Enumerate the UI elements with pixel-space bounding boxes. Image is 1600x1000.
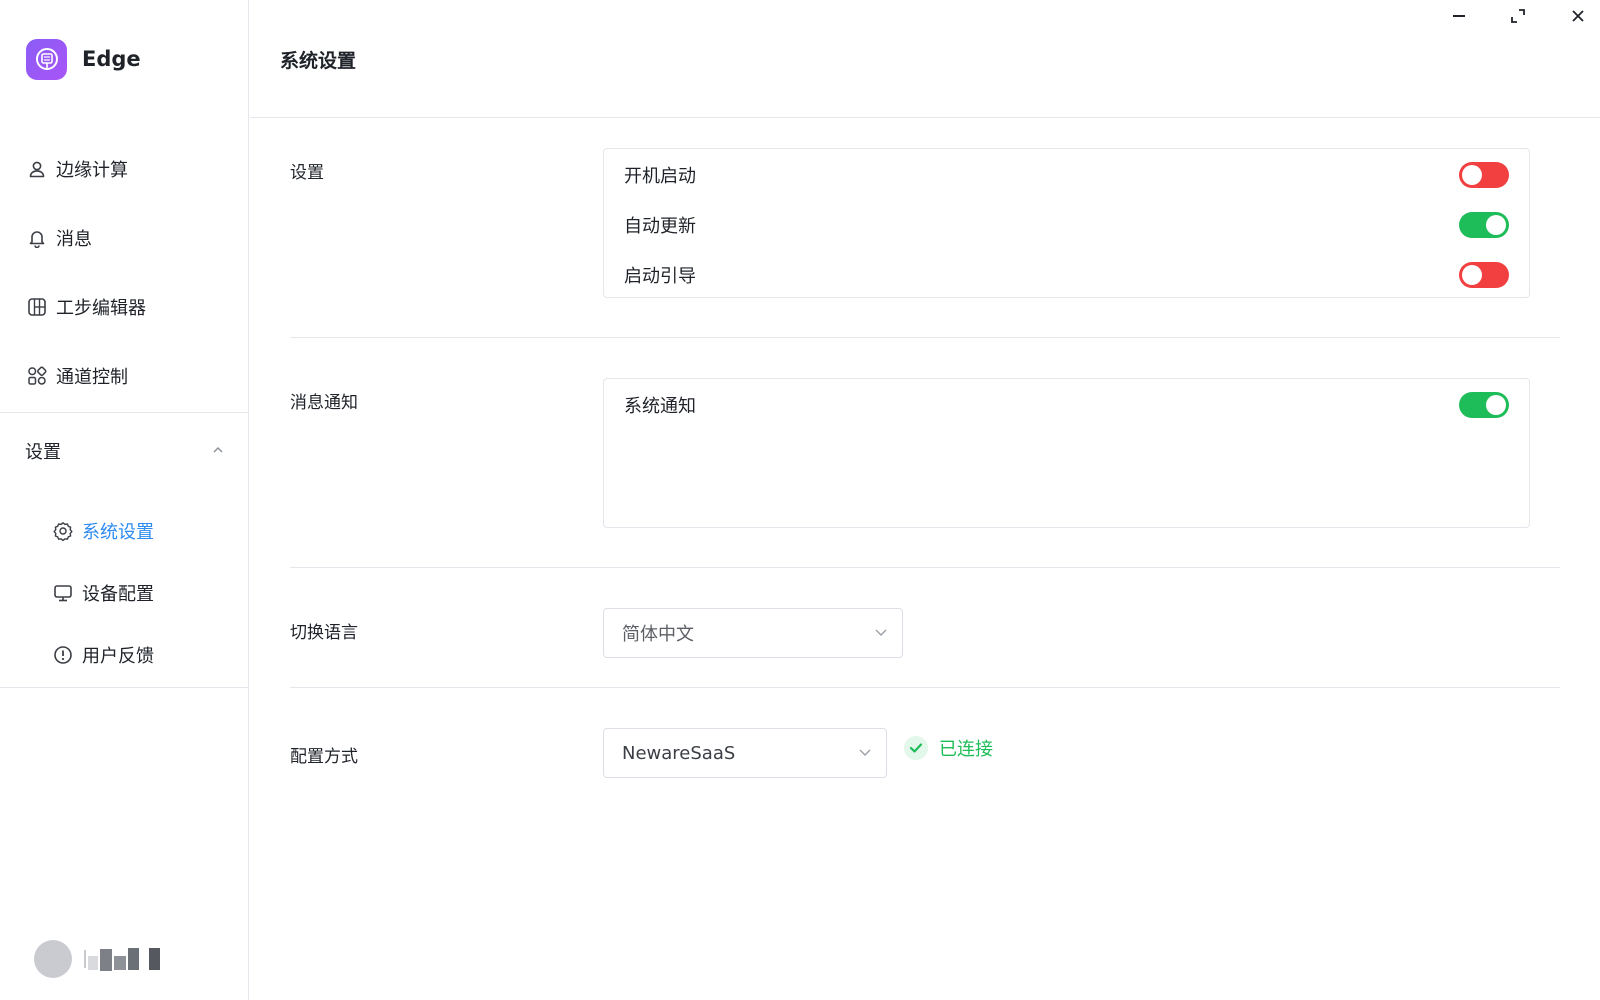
- setting-label: 系统通知: [624, 396, 696, 417]
- close-button[interactable]: [1564, 6, 1592, 28]
- settings-card: 开机启动 自动更新 启动引导: [603, 148, 1530, 298]
- maximize-icon: [1511, 8, 1525, 27]
- setting-row-boot-guide: 启动引导: [624, 261, 1509, 289]
- setting-label: 启动引导: [624, 266, 696, 287]
- chevron-down-icon: [858, 743, 872, 764]
- sidebar-item-user-feedback[interactable]: 用户反馈: [52, 640, 154, 670]
- startup-toggle[interactable]: [1459, 162, 1509, 188]
- minimize-button[interactable]: [1445, 6, 1473, 28]
- page-title: 系统设置: [280, 50, 357, 72]
- connection-status-text: 已连接: [939, 739, 993, 760]
- notifications-card: 系统通知: [603, 378, 1530, 528]
- chevron-up-icon: [211, 441, 225, 462]
- language-select-value: 简体中文: [622, 624, 694, 645]
- user-profile[interactable]: [34, 940, 160, 978]
- monitor-icon: [52, 582, 74, 604]
- section-label-settings: 设置: [290, 163, 324, 183]
- sidebar-item-channel-control[interactable]: 通道控制: [26, 361, 128, 391]
- setting-row-startup: 开机启动: [624, 161, 1509, 189]
- gear-icon: [52, 520, 74, 542]
- brand: Edge: [26, 38, 141, 80]
- sidebar-divider: [0, 687, 249, 688]
- sidebar-divider: [0, 412, 249, 413]
- header-divider: [250, 117, 1600, 118]
- boot-guide-toggle[interactable]: [1459, 262, 1509, 288]
- user-icon: [26, 158, 48, 180]
- sidebar-item-label: 系统设置: [82, 522, 154, 543]
- section-divider: [290, 687, 1560, 688]
- sidebar-item-label: 用户反馈: [82, 646, 154, 667]
- maximize-button[interactable]: [1504, 6, 1532, 28]
- auto-update-toggle[interactable]: [1459, 212, 1509, 238]
- sidebar-item-edge-computing[interactable]: 边缘计算: [26, 154, 128, 184]
- setting-row-auto-update: 自动更新: [624, 211, 1509, 239]
- bell-icon: [26, 227, 48, 249]
- sidebar-item-label: 工步编辑器: [56, 298, 146, 319]
- sidebar-group-label: 设置: [25, 442, 61, 463]
- sidebar-item-step-editor[interactable]: 工步编辑器: [26, 292, 146, 322]
- section-divider: [290, 337, 1560, 338]
- section-label-notifications: 消息通知: [290, 393, 358, 413]
- sidebar-item-messages[interactable]: 消息: [26, 223, 92, 253]
- chevron-down-icon: [874, 623, 888, 644]
- language-select[interactable]: 简体中文: [603, 608, 903, 658]
- setting-row-system-notification: 系统通知: [624, 391, 1509, 419]
- sidebar-item-label: 设备配置: [82, 584, 154, 605]
- system-notification-toggle[interactable]: [1459, 392, 1509, 418]
- close-icon: [1571, 8, 1585, 27]
- avatar: [34, 940, 72, 978]
- setting-label: 自动更新: [624, 216, 696, 237]
- minimize-icon: [1452, 8, 1466, 27]
- section-label-config: 配置方式: [290, 747, 358, 767]
- config-select-value: NewareSaaS: [622, 742, 736, 764]
- sidebar-item-label: 消息: [56, 229, 92, 250]
- app-name: Edge: [82, 47, 141, 71]
- username-redacted: [84, 947, 160, 971]
- sidebar-item-system-settings[interactable]: 系统设置: [52, 516, 154, 546]
- sidebar: Edge 边缘计算 消息 工步编辑器 通道控制 设置 系统设置 设备配置 用户反…: [0, 0, 249, 1000]
- app-logo-icon: [26, 38, 67, 80]
- sidebar-group-settings[interactable]: 设置: [25, 436, 225, 466]
- setting-label: 开机启动: [624, 166, 696, 187]
- sidebar-item-label: 通道控制: [56, 367, 128, 388]
- sidebar-item-label: 边缘计算: [56, 160, 128, 181]
- connection-status: 已连接: [904, 735, 993, 761]
- config-select[interactable]: NewareSaaS: [603, 728, 887, 778]
- section-divider: [290, 567, 1560, 568]
- sidebar-item-device-config[interactable]: 设备配置: [52, 578, 154, 608]
- grid-icon: [26, 296, 48, 318]
- alert-circle-icon: [52, 644, 74, 666]
- check-circle-icon: [904, 736, 928, 760]
- apps-icon: [26, 365, 48, 387]
- section-label-language: 切换语言: [290, 623, 358, 643]
